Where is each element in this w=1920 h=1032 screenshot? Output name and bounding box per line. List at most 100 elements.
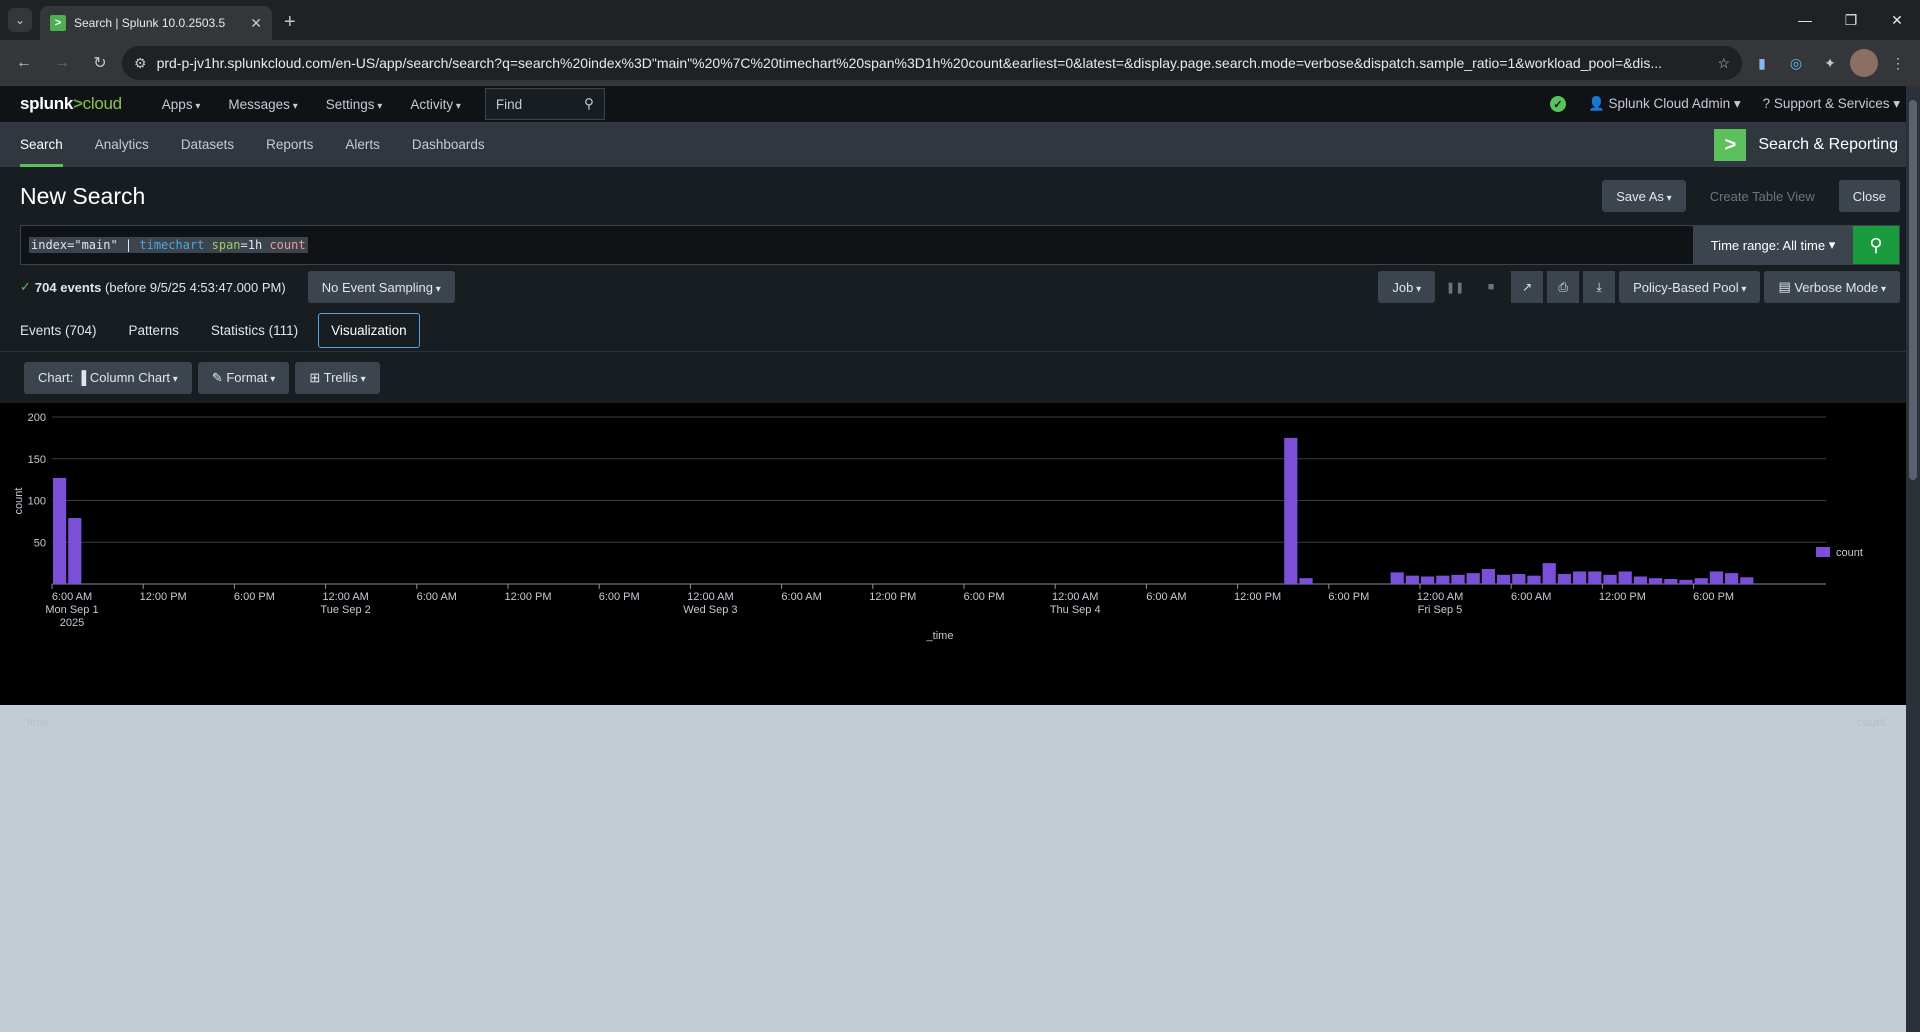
logo-text-splunk: splunk	[20, 94, 73, 113]
browser-menu-icon[interactable]: ⋮	[1884, 49, 1912, 77]
chart-bar	[1725, 573, 1739, 584]
minimize-icon[interactable]: —	[1782, 0, 1828, 40]
x-tick-label: Mon Sep 1	[45, 604, 98, 616]
page-scrollbar[interactable]	[1906, 86, 1920, 1032]
pool-label: Policy-Based Pool	[1633, 280, 1746, 295]
x-tick-label: Thu Sep 4	[1050, 604, 1101, 616]
nav-search[interactable]: Search	[20, 122, 63, 167]
chart-type-dropdown[interactable]: Chart: ▐ Column Chart	[24, 361, 192, 394]
job-menu[interactable]: Job	[1378, 271, 1436, 303]
chart-type-label: Chart: ▐ Column Chart	[38, 370, 178, 385]
export-icon[interactable]: ⤓	[1583, 271, 1616, 303]
new-tab-icon[interactable]: +	[284, 11, 296, 34]
tab-patterns[interactable]: Patterns	[117, 314, 191, 347]
chart-bar	[1603, 574, 1617, 584]
query-function: count	[269, 238, 306, 252]
create-table-view-button[interactable]: Create Table View	[1696, 180, 1829, 212]
tab-visualization[interactable]: Visualization	[318, 312, 420, 348]
x-tick-label: 12:00 AM	[1052, 591, 1098, 603]
sampling-dropdown[interactable]: No Event Sampling	[307, 271, 455, 303]
share-icon[interactable]: ↗	[1511, 271, 1544, 303]
workload-pool-dropdown[interactable]: Policy-Based Pool	[1619, 271, 1761, 303]
back-icon[interactable]: ←	[8, 47, 40, 79]
extension-doc-icon[interactable]: ▮	[1748, 49, 1776, 77]
sampling-label: No Event Sampling	[322, 280, 441, 295]
pause-icon[interactable]: ❚❚	[1439, 271, 1471, 303]
app-name: Search & Reporting	[1758, 136, 1898, 153]
menu-activity[interactable]: Activity	[410, 97, 461, 112]
tab-title: Search | Splunk 10.0.2503.5	[74, 16, 226, 30]
scrollbar-thumb[interactable]	[1909, 100, 1917, 480]
time-range-picker[interactable]: Time range: All time ▾	[1693, 226, 1853, 264]
search-mode-dropdown[interactable]: ▤ Verbose Mode	[1764, 271, 1900, 303]
x-tick-label: Tue Sep 2	[320, 604, 370, 616]
chart-bar	[1527, 575, 1541, 584]
menu-apps[interactable]: Apps	[162, 97, 201, 112]
profile-avatar[interactable]	[1850, 49, 1878, 77]
health-status-icon[interactable]: ✓	[1549, 96, 1566, 112]
chart-bar	[1299, 578, 1313, 584]
forward-icon[interactable]: →	[46, 47, 78, 79]
run-search-button[interactable]: ⚲	[1853, 226, 1899, 264]
tab-events[interactable]: Events (704)	[20, 314, 109, 347]
x-tick-label: 6:00 AM	[417, 591, 457, 603]
chart-bar	[1284, 437, 1298, 584]
extensions-puzzle-icon[interactable]: ✦	[1816, 49, 1844, 77]
x-tick-label: Fri Sep 5	[1418, 604, 1463, 616]
top-menu: Apps Messages Settings Activity	[162, 97, 461, 112]
save-as-button[interactable]: Save As	[1602, 180, 1686, 212]
chart-bar	[1466, 573, 1480, 584]
trellis-dropdown[interactable]: ⊞ Trellis	[295, 361, 380, 394]
menu-settings[interactable]: Settings	[326, 97, 383, 112]
chart-bar	[1679, 579, 1693, 584]
help-icon: ?	[1762, 96, 1771, 111]
x-tick-label: 6:00 AM	[1146, 591, 1186, 603]
legend-label: count	[1836, 547, 1863, 559]
stop-icon[interactable]: ■	[1475, 271, 1507, 303]
app-title[interactable]: > Search & Reporting	[1714, 129, 1898, 161]
print-icon[interactable]: ⎙	[1547, 271, 1580, 303]
find-input[interactable]: Find ⚲	[484, 88, 605, 120]
search-query: index="main" | timechart span=1h count	[29, 237, 308, 253]
chart-bar	[1740, 577, 1754, 584]
nav-reports[interactable]: Reports	[266, 122, 313, 167]
browser-tab[interactable]: > Search | Splunk 10.0.2503.5 ✕	[40, 6, 272, 40]
menu-messages[interactable]: Messages	[228, 97, 297, 112]
mode-label: Verbose Mode	[1794, 280, 1886, 295]
splunk-logo[interactable]: splunk>cloud	[20, 94, 122, 114]
nav-alerts[interactable]: Alerts	[345, 122, 380, 167]
bookmark-star-icon[interactable]: ☆	[1717, 55, 1730, 72]
site-info-icon[interactable]: ⚙	[134, 55, 147, 72]
legend-swatch	[1816, 547, 1830, 557]
chart-bar	[1649, 578, 1663, 584]
chart-bar	[1405, 575, 1419, 584]
nav-dashboards[interactable]: Dashboards	[412, 122, 485, 167]
x-tick-label: 6:00 PM	[964, 591, 1005, 603]
y-tick-label: 100	[28, 496, 46, 508]
x-tick-label: 12:00 AM	[322, 591, 368, 603]
reload-icon[interactable]: ↻	[84, 47, 116, 79]
address-bar[interactable]: ⚙ prd-p-jv1hr.splunkcloud.com/en-US/app/…	[122, 46, 1742, 80]
query-index: index="main" |	[31, 238, 140, 252]
nav-analytics[interactable]: Analytics	[95, 122, 149, 167]
support-menu[interactable]: ? Support & Services ▾	[1763, 96, 1900, 112]
tab-search-dropdown-icon[interactable]: ⌄	[8, 8, 32, 32]
x-tick-label: 12:00 PM	[869, 591, 916, 603]
window-close-icon[interactable]: ✕	[1874, 0, 1920, 40]
y-tick-label: 200	[28, 412, 46, 424]
close-tab-icon[interactable]: ✕	[250, 15, 262, 32]
user-menu[interactable]: 👤 Splunk Cloud Admin ▾	[1588, 96, 1741, 112]
support-label: Support & Services	[1773, 96, 1890, 111]
tab-statistics[interactable]: Statistics (111)	[199, 314, 310, 347]
search-query-input[interactable]: index="main" | timechart span=1h count	[21, 226, 1693, 264]
restore-icon[interactable]: ❐	[1828, 0, 1874, 40]
close-button[interactable]: Close	[1838, 180, 1900, 212]
x-tick-label: 12:00 PM	[504, 591, 551, 603]
search-icon[interactable]: ⚲	[584, 96, 594, 112]
ghost-col-time: _time	[20, 715, 50, 729]
format-dropdown[interactable]: ✎ Format	[197, 361, 290, 394]
app-nav: Search Analytics Datasets Reports Alerts…	[0, 122, 1920, 167]
nav-datasets[interactable]: Datasets	[181, 122, 234, 167]
browser-tabbar: ⌄ > Search | Splunk 10.0.2503.5 ✕ + — ❐ …	[0, 0, 1920, 40]
extension-sync-icon[interactable]: ◎	[1782, 49, 1810, 77]
